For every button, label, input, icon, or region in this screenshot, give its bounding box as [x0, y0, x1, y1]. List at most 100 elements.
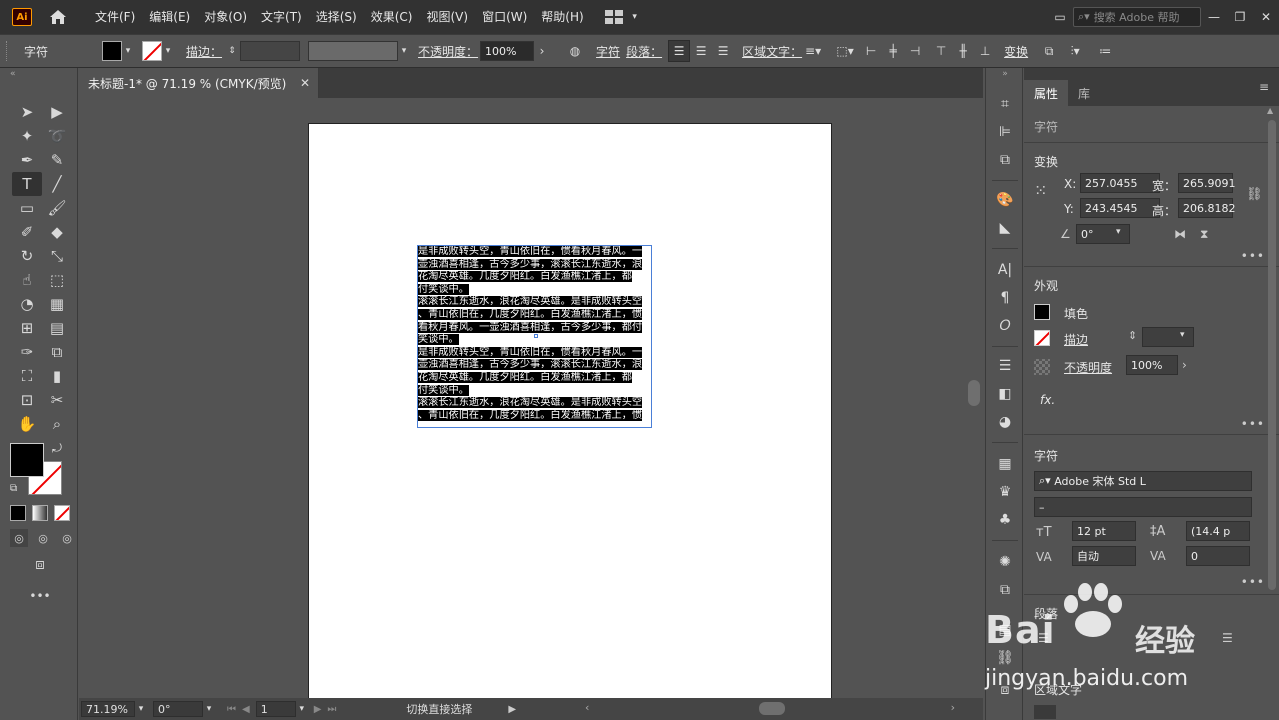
canvas-vertical-scrollbar[interactable]	[965, 98, 983, 698]
rotation-field[interactable]: 0°	[153, 701, 203, 717]
align-vertical-bottom-icon[interactable]: ⊥	[974, 40, 996, 62]
free-transform-tool-icon[interactable]: ⬚	[42, 268, 72, 292]
align-horizontal-right-icon[interactable]: ⊣	[904, 40, 926, 62]
color-mode-icon[interactable]	[10, 505, 26, 521]
swap-colors-icon[interactable]: ⤾	[52, 441, 62, 456]
align-panel-icon[interactable]: ⊫	[995, 122, 1015, 142]
opacity-label[interactable]: 不透明度：	[418, 43, 478, 60]
constrain-proportions-icon[interactable]: ⛓	[1246, 187, 1263, 202]
stroke-style-field[interactable]	[308, 41, 399, 61]
hand-tool-icon[interactable]: ✋	[12, 412, 42, 436]
direct-selection-tool-icon[interactable]: ▶	[42, 100, 72, 124]
area-text-frame[interactable]: 是非成败转头空，青山依旧在，惯看秋月春风。一 壶浊酒喜相逢，古今多少事，滚滚长江东…	[417, 245, 652, 428]
flip-horizontal-icon[interactable]: ⧓	[1174, 227, 1186, 241]
paragraph-panel-icon[interactable]: ¶	[995, 288, 1015, 308]
canvas-area[interactable]: 是非成败转头空，青山依旧在，惯看秋月春风。一 壶浊酒喜相逢，古今多少事，滚滚长江东…	[79, 98, 965, 698]
eraser-tool-icon[interactable]: ◆	[42, 220, 72, 244]
scroll-right-icon[interactable]: ›	[951, 701, 955, 714]
menu-object[interactable]: 对象(O)	[197, 0, 254, 34]
warp-tool-icon[interactable]: ☝	[12, 268, 42, 292]
para-align-left-icon[interactable]: ☰	[1038, 631, 1049, 645]
area-text-option-icon[interactable]	[1034, 705, 1056, 719]
slice-tool-icon[interactable]: ✂	[42, 388, 72, 412]
stroke-panel-icon[interactable]: ☰	[995, 356, 1015, 376]
gradient-tool-icon[interactable]: ▤	[42, 316, 72, 340]
area-text-options-icon[interactable]: ≡▾	[802, 40, 824, 62]
none-mode-icon[interactable]	[54, 505, 70, 521]
draw-normal-icon[interactable]: ◎	[10, 529, 28, 547]
prev-artboard-icon[interactable]: ◀	[242, 704, 250, 715]
menu-select[interactable]: 选择(S)	[309, 0, 364, 34]
paintbrush-tool-icon[interactable]: 🖌	[42, 196, 72, 220]
para-justify-all-icon[interactable]: ☰	[1222, 631, 1233, 645]
edit-toolbar-icon[interactable]: •••	[25, 584, 55, 608]
menu-effect[interactable]: 效果(C)	[364, 0, 420, 34]
flip-vertical-icon[interactable]: ⧗	[1200, 227, 1208, 242]
tab-properties[interactable]: 属性	[1024, 80, 1069, 106]
curvature-tool-icon[interactable]: ✎	[42, 148, 72, 172]
leading-field[interactable]: (14.4 p	[1186, 521, 1250, 541]
stroke-weight-field[interactable]	[1142, 327, 1194, 347]
rotate-dropdown-icon[interactable]: ▾	[1116, 227, 1121, 237]
horizontal-scroll-thumb[interactable]	[759, 702, 785, 715]
magic-wand-tool-icon[interactable]: ✦	[12, 124, 42, 148]
height-field[interactable]: 206.8182	[1178, 198, 1236, 218]
stroke-stepper-icon[interactable]: ⇕	[226, 45, 238, 57]
pen-tool-icon[interactable]: ✒	[12, 148, 42, 172]
font-family-field[interactable]: ⌕▾ Adobe 宋体 Std L	[1034, 471, 1252, 491]
scroll-left-icon[interactable]: ‹	[585, 701, 589, 714]
stroke-label[interactable]: 描边	[1064, 331, 1088, 348]
zoom-tool-icon[interactable]: ⌕	[42, 412, 72, 436]
stroke-weight-field[interactable]	[240, 41, 301, 61]
next-artboard-icon[interactable]: ▶	[314, 704, 322, 715]
eyedropper-tool-icon[interactable]: ✑	[12, 340, 42, 364]
isolate-icon[interactable]: ⧉	[1038, 40, 1060, 62]
artboards-panel-icon[interactable]: ⌗	[995, 94, 1015, 114]
draw-behind-icon[interactable]: ◎	[34, 529, 52, 547]
help-search-input[interactable]: ⌕▾ 搜索 Adobe 帮助	[1073, 7, 1201, 27]
rotation-dropdown-icon[interactable]: ▾	[203, 703, 215, 715]
stroke-swatch[interactable]	[142, 41, 163, 61]
tracking-field[interactable]: 0	[1186, 546, 1250, 566]
menu-help[interactable]: 帮助(H)	[534, 0, 590, 34]
shape-builder-tool-icon[interactable]: ◔	[12, 292, 42, 316]
collapse-dock-icon[interactable]: »	[995, 68, 1015, 80]
document-tab[interactable]: 未标题-1* @ 71.19 % (CMYK/预览) ✕	[79, 68, 319, 98]
gradient-mode-icon[interactable]	[32, 505, 48, 521]
align-right-icon[interactable]: ☰	[712, 40, 734, 62]
properties-scroll-thumb[interactable]	[1268, 120, 1276, 590]
transparency-panel-icon[interactable]: ◧	[995, 384, 1015, 404]
stroke-stepper-icon[interactable]: ⇕	[1128, 329, 1137, 342]
stroke-label[interactable]: 描边：	[186, 43, 222, 60]
links-panel-icon[interactable]: ⛓	[995, 648, 1015, 668]
restore-icon[interactable]: ❐	[1227, 0, 1253, 34]
reference-point-icon[interactable]: ⁙	[1034, 181, 1047, 200]
type-tool-icon[interactable]: T	[12, 172, 42, 196]
character-panel-icon[interactable]: A|	[995, 260, 1015, 280]
y-field[interactable]: 243.4545	[1080, 198, 1160, 218]
align-left-icon[interactable]: ☰	[668, 40, 691, 62]
graphic-styles-panel-icon[interactable]: ✺	[995, 552, 1015, 572]
scale-tool-icon[interactable]: ⤡	[42, 244, 72, 268]
align-horizontal-left-icon[interactable]: ⊢	[860, 40, 882, 62]
chevron-right-icon[interactable]: ›	[534, 40, 550, 62]
swatches-panel-icon[interactable]: ▦	[995, 454, 1015, 474]
stroke-weight-dropdown-icon[interactable]: ▾	[1180, 330, 1185, 340]
align-to-icon[interactable]: ⬚▾	[834, 40, 856, 62]
lasso-tool-icon[interactable]: ➰	[42, 124, 72, 148]
menu-type[interactable]: 文字(T)	[254, 0, 309, 34]
artboard[interactable]: 是非成败转头空，青山依旧在，惯看秋月春风。一 壶浊酒喜相逢，古今多少事，滚滚长江东…	[308, 123, 832, 698]
fx-button[interactable]: fx.	[1040, 393, 1055, 407]
symbol-sprayer-tool-icon[interactable]: ⛶	[12, 364, 42, 388]
color-guide-panel-icon[interactable]: 🎨	[995, 190, 1015, 210]
character-more-icon[interactable]: •••	[1241, 575, 1265, 589]
transform-more-icon[interactable]: •••	[1241, 249, 1265, 263]
first-artboard-icon[interactable]: ⏮	[227, 704, 236, 715]
fill-dropdown-icon[interactable]: ▾	[122, 45, 134, 57]
properties-scrollbar[interactable]: ▲	[1267, 106, 1277, 720]
brushes-panel-icon[interactable]: ♛	[995, 482, 1015, 502]
zoom-dropdown-icon[interactable]: ▾	[135, 703, 147, 715]
libraries-panel-icon[interactable]: ⧈	[995, 680, 1015, 700]
vertical-scroll-thumb[interactable]	[968, 380, 980, 406]
close-tab-icon[interactable]: ✕	[300, 76, 310, 90]
